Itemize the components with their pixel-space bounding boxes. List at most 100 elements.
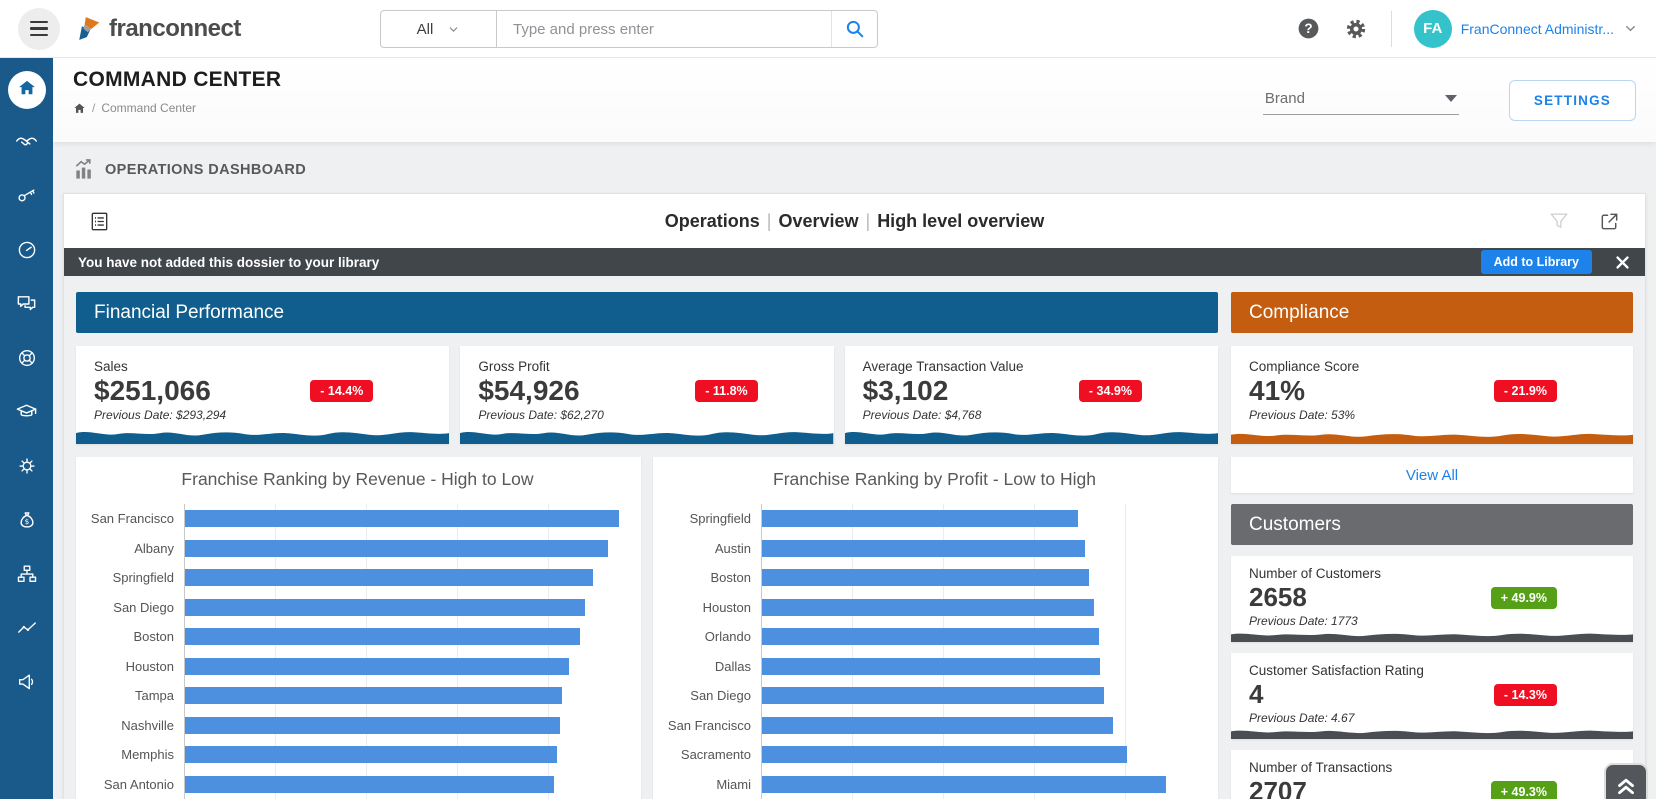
- view-all-link[interactable]: View All: [1406, 467, 1458, 484]
- chart-bar: [762, 539, 1085, 557]
- chart-bar: [185, 775, 555, 793]
- chart-category-label: Nashville: [121, 717, 174, 733]
- compliance-header: Compliance: [1231, 292, 1633, 333]
- customers-header: Customers: [1231, 504, 1633, 545]
- sidebar-item-megaphone[interactable]: [0, 657, 53, 711]
- sidebar-item-chat[interactable]: [0, 279, 53, 333]
- chart-plot-area: [761, 710, 1204, 740]
- chart-row: Springfield: [82, 563, 633, 593]
- search-scope-select[interactable]: All: [381, 11, 497, 47]
- dossier-title: Operations | Overview | High level overview: [64, 211, 1645, 232]
- chart-plot-area: [761, 563, 1204, 593]
- chart-category-label: San Francisco: [667, 717, 751, 733]
- chart-category-label: Dallas: [714, 658, 751, 674]
- page-header: COMMAND CENTER / Command Center Brand SE…: [53, 58, 1656, 142]
- sidebar-item-lifebuoy[interactable]: [0, 333, 53, 387]
- chart-bar: [762, 687, 1104, 705]
- delta-badge: - 21.9%: [1493, 380, 1557, 402]
- sparkline-wave: [1231, 633, 1633, 642]
- hierarchy-icon: [16, 563, 38, 590]
- compliance-kpi-slot: Compliance Score 41% - 21.9% Previous Date:…: [1231, 333, 1633, 444]
- right-column: Compliance Compliance Score 41% - 21.9% Pre…: [1231, 292, 1633, 799]
- chart-row: Austin: [659, 533, 1210, 563]
- svg-text:?: ?: [1304, 21, 1312, 36]
- chart-category-label: Houston: [125, 658, 174, 674]
- chart-category-label: San Diego: [690, 688, 751, 704]
- left-column: Financial Performance Sales $251,066 - 14.…: [76, 292, 1218, 799]
- chart-category-label: Boston: [710, 570, 751, 586]
- home-icon[interactable]: [73, 102, 86, 115]
- sidebar-item-gauge[interactable]: [0, 225, 53, 279]
- sidebar-item-home[interactable]: [0, 63, 53, 117]
- caret-down-icon: [1444, 95, 1457, 102]
- chart-plot-area: [184, 592, 627, 622]
- chart-category-label: Springfield: [112, 570, 174, 586]
- settings-button[interactable]: SETTINGS: [1508, 80, 1636, 121]
- dossier-title-part: Overview: [778, 210, 859, 231]
- chart-bar: [762, 569, 1089, 587]
- chart-row: San Antonio: [82, 769, 633, 799]
- chart-row: Sacramento: [659, 740, 1210, 770]
- brand-select[interactable]: Brand: [1262, 86, 1459, 115]
- chart-plot-area: [184, 622, 627, 652]
- chart-category-label: Miami: [716, 776, 751, 792]
- chart-bar: [185, 657, 569, 675]
- double-chevron-up-icon: [1618, 778, 1634, 795]
- kpi-value: $3,102: [862, 375, 949, 406]
- active-item-pill: [7, 71, 46, 109]
- lifebuoy-icon: [16, 347, 38, 374]
- money-bag-icon: $: [16, 509, 38, 536]
- kpi-card: Number of Customers 2658 + 49.9% Previous D…: [1231, 556, 1633, 642]
- franconnect-logo-icon: [79, 16, 100, 40]
- add-to-library-button[interactable]: Add to Library: [1480, 250, 1592, 274]
- sidebar-item-money-bag[interactable]: $: [0, 495, 53, 549]
- close-icon[interactable]: [1614, 254, 1631, 271]
- kpi-previous: Previous Date: 1773: [1249, 614, 1358, 628]
- sidebar-item-key[interactable]: [0, 171, 53, 225]
- kpi-label: Compliance Score: [1249, 359, 1360, 374]
- sidebar-item-trend[interactable]: [0, 603, 53, 657]
- delta-badge: - 14.3%: [1493, 683, 1557, 706]
- delta-badge: - 14.4%: [310, 380, 374, 402]
- financial-kpi-row: Sales $251,066 - 14.4% Previous Date: $293,…: [76, 346, 1218, 444]
- dossier-toolbar: Operations | Overview | High level overview: [64, 194, 1645, 248]
- chart-plot-area: [184, 504, 627, 534]
- customers-kpi-stack: Number of Customers 2658 + 49.9% Previous D…: [1231, 545, 1633, 799]
- sidebar-item-hierarchy[interactable]: [0, 549, 53, 603]
- page-title: COMMAND CENTER: [73, 68, 282, 91]
- chart-row: San Diego: [82, 592, 633, 622]
- sparkline-wave: [1231, 433, 1633, 444]
- svg-text:$: $: [24, 517, 29, 526]
- chart-bar: [185, 510, 620, 528]
- hamburger-menu-icon[interactable]: [18, 7, 60, 50]
- notice-text: You have not added this dossier to your …: [78, 254, 380, 270]
- chart-plot-area: [184, 533, 627, 563]
- chart-category-label: San Antonio: [103, 776, 174, 792]
- kpi-value: $54,926: [478, 375, 580, 406]
- settings-gear-button[interactable]: [1343, 16, 1369, 42]
- chart-bar: [185, 628, 580, 646]
- kpi-value: $251,066: [94, 375, 211, 406]
- search-button[interactable]: [831, 11, 877, 47]
- help-button[interactable]: ?: [1296, 16, 1321, 41]
- delta-badge: - 34.9%: [1078, 380, 1142, 402]
- sidebar-item-gear-star[interactable]: [0, 441, 53, 495]
- sparkline-wave: [1231, 730, 1633, 739]
- chart-bar: [762, 716, 1113, 734]
- chart-category-label: Albany: [134, 540, 174, 556]
- sidebar-item-graduation-cap[interactable]: [0, 387, 53, 441]
- filter-button[interactable]: [1548, 210, 1570, 232]
- kpi-previous: Previous Date: $62,270: [478, 408, 604, 422]
- kpi-previous: Previous Date: 53%: [1249, 408, 1356, 422]
- kpi-value: 4: [1249, 679, 1264, 709]
- breadcrumb-separator: /: [92, 101, 96, 115]
- sidebar-item-handshake[interactable]: [0, 117, 53, 171]
- scroll-to-top-button[interactable]: [1604, 763, 1648, 799]
- key-icon: [16, 185, 38, 212]
- user-menu[interactable]: FA FranConnect Administr...: [1413, 9, 1638, 48]
- table-of-contents-button[interactable]: [88, 210, 111, 233]
- breadcrumb-item[interactable]: Command Center: [101, 101, 196, 115]
- share-button[interactable]: [1598, 210, 1621, 233]
- chart-bar: [185, 539, 609, 557]
- search-input[interactable]: [497, 20, 831, 38]
